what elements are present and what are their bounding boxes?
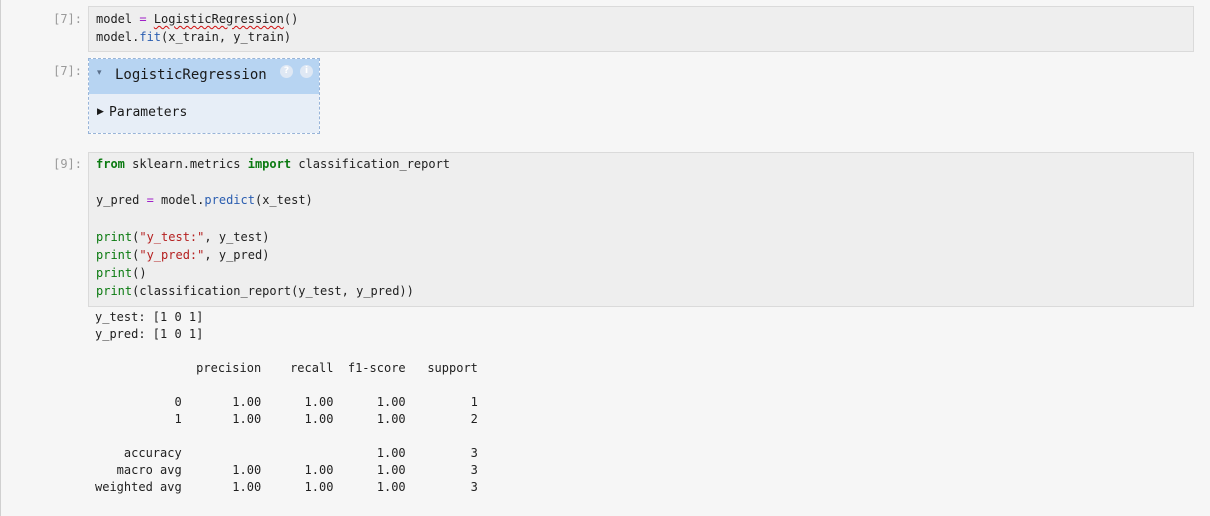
code-token: print (96, 284, 133, 299)
cell-output-text: y_test: [1 0 1] y_pred: [1 0 1] precisio… (95, 310, 478, 494)
code-editor[interactable]: model = LogisticRegression() model.fit(x… (96, 10, 298, 46)
estimator-title: LogisticRegression (115, 67, 267, 83)
estimator-header[interactable]: ▾ LogisticRegression ? i (89, 59, 319, 94)
code-token: model. (96, 30, 140, 45)
notebook-left-border (0, 0, 1, 516)
code-token: , y_pred) (204, 248, 270, 263)
cell-prompt: [9]: (53, 157, 82, 171)
output-prompt: [7]: (53, 64, 82, 78)
code-token: fit (139, 30, 162, 45)
code-token: model. (161, 193, 205, 208)
help-icon[interactable]: ? (280, 65, 293, 78)
code-token: (classification_report(y_test, y_pred)) (132, 284, 414, 299)
code-token: (x_train, y_train) (161, 30, 292, 45)
parameters-section[interactable]: ▶ Parameters (89, 94, 319, 133)
code-token: "y_pred:" (139, 248, 205, 263)
code-token: print (96, 266, 133, 281)
code-token: , y_test) (204, 229, 270, 244)
code-token: classification_report (291, 157, 451, 171)
code-token: print (96, 229, 133, 244)
code-token: print (96, 248, 133, 263)
code-token: sklearn.metrics (124, 157, 248, 171)
chevron-down-icon[interactable]: ▾ (97, 68, 102, 78)
code-editor[interactable]: from sklearn.metrics import classificati… (96, 155, 450, 301)
code-token: () (283, 12, 299, 26)
code-cell-input[interactable]: from sklearn.metrics import classificati… (88, 152, 1194, 307)
code-token: from (96, 157, 125, 171)
code-token: "y_test:" (139, 229, 205, 244)
code-token: model (96, 12, 133, 26)
code-token: = (132, 12, 154, 26)
code-token: () (132, 266, 147, 281)
parameters-label[interactable]: Parameters (109, 105, 187, 120)
code-token: y_pred (96, 193, 140, 208)
code-token: import (247, 157, 292, 171)
code-token: (x_test) (254, 193, 313, 208)
code-token: = (139, 193, 162, 208)
cell-prompt: [7]: (53, 12, 82, 26)
code-cell-input[interactable]: model = LogisticRegression() model.fit(x… (88, 6, 1194, 52)
estimator-widget: ▾ LogisticRegression ? i ▶ Parameters (88, 58, 320, 134)
code-token: predict (204, 193, 255, 208)
expand-triangle-icon[interactable]: ▶ (97, 107, 104, 117)
code-token-lint-warning: LogisticRegression (153, 12, 284, 26)
fitted-status-icon[interactable]: i (300, 65, 313, 78)
